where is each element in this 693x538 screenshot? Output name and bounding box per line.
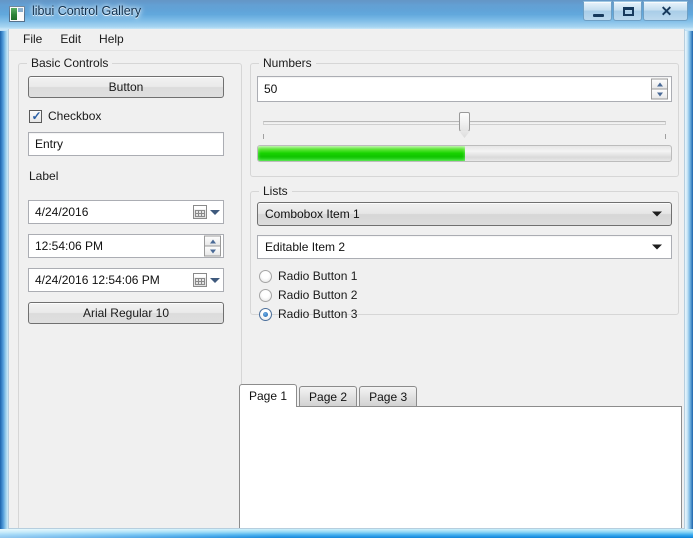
spinbox-spinner[interactable] (651, 78, 668, 100)
date-picker[interactable]: 4/24/2016 (28, 200, 224, 224)
client-area: File Edit Help Basic Controls Button ✓ C… (8, 29, 685, 529)
tab-page-1[interactable]: Page 1 (239, 384, 298, 407)
tab-page-2[interactable]: Page 2 (299, 386, 358, 406)
application-window: libui Control Gallery ✕ File Edit Help B… (0, 0, 693, 538)
tab-control: Page 1 Page 2 Page 3 (239, 384, 682, 528)
app-icon (9, 6, 25, 22)
group-lists-title: Lists (259, 184, 292, 198)
content-panel: Basic Controls Button ✓ Checkbox Entry L… (9, 51, 684, 528)
time-picker-spinner[interactable] (204, 235, 221, 257)
chevron-down-icon (652, 211, 662, 217)
group-lists: Lists Combobox Item 1 Editable Item 2 Ra… (250, 184, 679, 321)
progress-bar-fill (258, 146, 465, 161)
chevron-down-icon (210, 277, 220, 283)
radio-button-2[interactable]: Radio Button 2 (259, 288, 357, 302)
time-picker-value: 12:54:06 PM (35, 239, 104, 253)
static-label: Label (29, 169, 59, 183)
radio-circle (259, 288, 272, 302)
tab-strip: Page 1 Page 2 Page 3 (239, 384, 419, 407)
font-button[interactable]: Arial Regular 10 (28, 302, 224, 324)
group-basic-controls: Basic Controls Button ✓ Checkbox Entry L… (18, 56, 242, 528)
menu-item-file[interactable]: File (14, 30, 51, 49)
menu-bar: File Edit Help (9, 29, 684, 51)
close-button[interactable]: ✕ (643, 1, 688, 21)
title-bar[interactable]: libui Control Gallery ✕ (0, 0, 693, 29)
spin-down-icon[interactable] (651, 88, 668, 100)
slider[interactable] (263, 112, 666, 140)
datetime-picker[interactable]: 4/24/2016 12:54:06 PM (28, 268, 224, 292)
checkbox-label: Checkbox (48, 109, 102, 123)
radio-label: Radio Button 2 (278, 288, 358, 302)
date-picker-value: 4/24/2016 (35, 205, 89, 219)
chevron-down-icon (210, 209, 220, 215)
window-title: libui Control Gallery (32, 4, 142, 18)
datetime-picker-value: 4/24/2016 12:54:06 PM (35, 273, 160, 287)
editable-combobox[interactable]: Editable Item 2 (257, 235, 672, 259)
progress-bar (257, 145, 672, 162)
minimize-button[interactable] (583, 1, 612, 21)
checkbox[interactable]: ✓ Checkbox (29, 109, 101, 123)
maximize-button[interactable] (613, 1, 642, 21)
group-basic-controls-title: Basic Controls (27, 56, 113, 70)
radio-button-1[interactable]: Radio Button 1 (259, 269, 357, 283)
slider-tick-min (263, 134, 264, 139)
combobox[interactable]: Combobox Item 1 (257, 202, 672, 226)
maximize-icon (623, 7, 634, 16)
tab-page-content (239, 406, 682, 528)
menu-item-help[interactable]: Help (90, 30, 133, 49)
spin-down-icon[interactable] (204, 245, 221, 257)
close-icon: ✕ (660, 3, 673, 19)
date-picker-buttons[interactable] (193, 201, 220, 223)
time-picker[interactable]: 12:54:06 PM (28, 234, 224, 258)
entry-input[interactable]: Entry (28, 132, 224, 156)
window-controls: ✕ (582, 1, 688, 22)
slider-tick-max (665, 134, 666, 139)
datetime-picker-buttons[interactable] (193, 269, 220, 291)
spin-up-icon[interactable] (204, 235, 221, 246)
group-numbers-title: Numbers (259, 56, 316, 70)
calendar-icon (193, 205, 207, 219)
editable-combobox-value: Editable Item 2 (265, 240, 346, 254)
spin-up-icon[interactable] (651, 78, 668, 89)
radio-circle (259, 269, 272, 283)
menu-item-edit[interactable]: Edit (51, 30, 90, 49)
checkbox-box: ✓ (29, 108, 42, 123)
radio-button-3[interactable]: Radio Button 3 (259, 307, 357, 321)
minimize-icon (593, 14, 604, 17)
window-frame-bottom (0, 529, 693, 538)
group-numbers: Numbers 50 (250, 56, 679, 177)
radio-label: Radio Button 1 (278, 269, 358, 283)
check-icon: ✓ (31, 108, 42, 123)
tab-page-3[interactable]: Page 3 (359, 386, 418, 406)
button[interactable]: Button (28, 76, 224, 98)
combobox-value: Combobox Item 1 (265, 207, 360, 221)
spinbox-input[interactable]: 50 (257, 76, 672, 102)
radio-label: Radio Button 3 (278, 307, 358, 321)
calendar-icon (193, 273, 207, 287)
radio-circle-selected (259, 307, 272, 321)
chevron-down-icon (652, 244, 662, 250)
slider-thumb[interactable] (459, 112, 470, 133)
